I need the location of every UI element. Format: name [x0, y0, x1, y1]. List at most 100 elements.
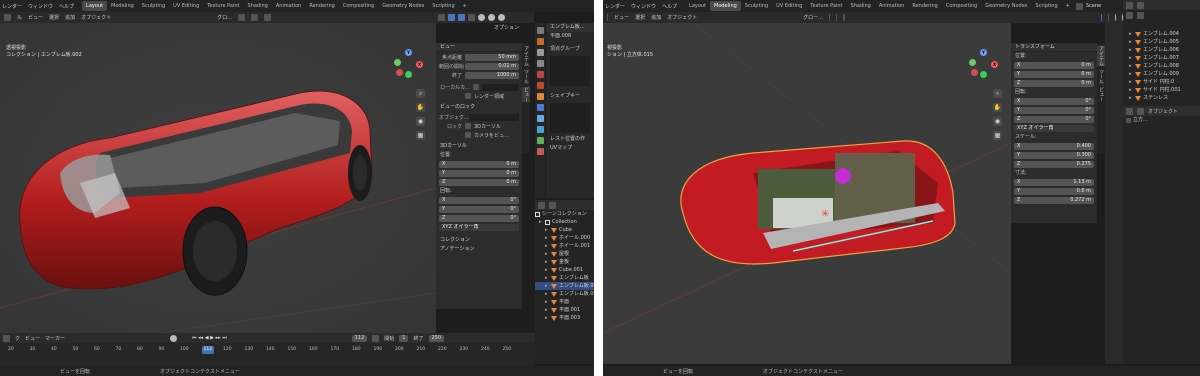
sidebar-tab-view[interactable]: ビュー — [1097, 87, 1105, 102]
menu-render[interactable]: レンダー — [605, 3, 625, 10]
sidebar-tab-tool[interactable]: ツール — [1097, 69, 1105, 84]
lock-3d-cursor-checkbox[interactable] — [465, 123, 471, 129]
shape-keys-list[interactable] — [550, 103, 590, 133]
vertex-groups-list[interactable] — [550, 56, 590, 86]
tab-scripting[interactable]: Scripting — [428, 1, 458, 11]
world-props-icon[interactable] — [536, 82, 544, 89]
particles-icon[interactable] — [536, 115, 544, 122]
playhead-frame[interactable]: 112 — [201, 346, 215, 354]
cursor-rot-y-field[interactable]: Y 0° — [439, 205, 519, 213]
tab-rendering[interactable]: Rendering — [305, 1, 339, 11]
outliner-object-row[interactable]: ▸ エンブレム板 — [535, 274, 594, 282]
outliner-object-row[interactable]: ▸ エンブレム.005 — [1123, 38, 1200, 46]
outliner-object-row[interactable]: ▸ エンブレム.004 — [1123, 30, 1200, 38]
snap-icon[interactable] — [836, 14, 838, 21]
add-workspace-button[interactable]: + — [1066, 3, 1070, 9]
outliner-display-icon[interactable] — [1137, 1, 1144, 9]
transform-orientation-dropdown[interactable]: グロ… — [217, 14, 232, 21]
cursor-y-field[interactable]: Y0 m — [439, 169, 519, 177]
location-y-field[interactable]: Y0 m — [1014, 70, 1094, 78]
pivot-icon[interactable] — [829, 14, 831, 21]
zoom-icon[interactable]: ⌕ — [416, 89, 425, 98]
view-panel-header[interactable]: ビュー — [436, 43, 522, 52]
annotation-panel-header[interactable]: アノテーション — [436, 245, 522, 254]
tab-compositing[interactable]: Compositing — [942, 1, 981, 11]
grid-icon[interactable]: ▦ — [416, 131, 425, 140]
outliner-editor-icon[interactable] — [538, 201, 545, 209]
sidebar-tab-item[interactable]: アイテム — [1097, 46, 1105, 66]
options-dropdown[interactable]: オプション — [494, 24, 519, 31]
zoom-icon[interactable]: ⌕ — [993, 89, 1002, 98]
mesh-data-icon[interactable] — [536, 137, 544, 144]
snap-icon[interactable] — [251, 14, 259, 21]
render-region-checkbox[interactable] — [465, 93, 471, 99]
tab-animation[interactable]: Animation — [875, 1, 909, 11]
3d-cursor-header[interactable]: 3Dカーソル — [436, 142, 522, 151]
rest-position-checkbox[interactable]: レスト位置の作 — [546, 135, 594, 144]
menu-help[interactable]: ヘルプ — [59, 3, 74, 10]
proportional-edit-icon[interactable] — [843, 14, 845, 21]
outliner-object-row[interactable]: ▸ ステンレス — [1123, 94, 1200, 102]
tab-texture-paint[interactable]: Texture Paint — [203, 1, 243, 11]
gizmo-toggle-icon[interactable] — [448, 14, 455, 21]
overlay-toggle-icon[interactable] — [458, 14, 465, 21]
menu-help[interactable]: ヘルプ — [662, 3, 677, 10]
tab-geometry-nodes[interactable]: Geometry Nodes — [378, 1, 428, 11]
pan-hand-icon[interactable]: ✋ — [993, 103, 1002, 112]
visibility-icon[interactable] — [438, 14, 445, 21]
outliner-object-row[interactable]: ▸ エンブレム.007 — [1123, 54, 1200, 62]
outliner-object-row[interactable]: ▸ サイド 円柱.001 — [1123, 86, 1200, 94]
clip-end-field[interactable]: 1000 m — [465, 71, 519, 79]
tab-layout[interactable]: Layout — [685, 1, 710, 11]
output-props-icon[interactable] — [536, 49, 544, 56]
overlay-toggle-icon[interactable] — [1100, 14, 1102, 21]
tool-props-icon[interactable] — [536, 27, 544, 34]
outliner-object-row[interactable]: ▸ エンブレム.008 — [1123, 62, 1200, 70]
outliner-editor-icon[interactable] — [1126, 1, 1133, 9]
object-props-icon[interactable] — [536, 93, 544, 100]
playback-controls[interactable]: ⏮ ◂◂ ◀ ▶ ▸▸ ⏭ — [192, 335, 227, 341]
cursor-x-field[interactable]: X0 m — [439, 160, 519, 168]
render-props-icon[interactable] — [536, 38, 544, 45]
outliner-object-row[interactable]: ▸ エンブレム板.0 — [535, 290, 594, 298]
outliner-object-row[interactable]: ▸ エンブレム.006 — [1123, 46, 1200, 54]
rotation-x-field[interactable]: X 0° — [1014, 97, 1094, 105]
viewport-menu-add[interactable]: 追加 — [651, 14, 661, 21]
navigation-gizmo[interactable]: Y X — [969, 49, 999, 79]
search-icon[interactable] — [1137, 11, 1144, 19]
cursor-z-field[interactable]: Z0 m — [439, 178, 519, 186]
location-z-field[interactable]: Z0 m — [1014, 79, 1094, 87]
outliner-object-row[interactable]: ▸ 平面.003 — [535, 314, 594, 322]
tab-uv-editing[interactable]: UV Editing — [772, 1, 806, 11]
tab-shading[interactable]: Shading — [244, 1, 272, 11]
mesh-row[interactable]: 立方… — [1123, 116, 1200, 124]
scale-z-field[interactable]: Z 0.275 — [1014, 160, 1094, 168]
proportional-edit-icon[interactable] — [264, 14, 272, 21]
outliner-object-row[interactable]: ▸ エンブレム板.0 — [535, 282, 594, 290]
tab-scripting[interactable]: Scripting — [1031, 1, 1061, 11]
start-frame-field[interactable]: 1 — [399, 334, 409, 342]
pivot-icon[interactable] — [238, 14, 246, 21]
sidebar-tab-item[interactable]: アイテム — [522, 46, 530, 66]
tab-geometry-nodes[interactable]: Geometry Nodes — [981, 1, 1031, 11]
viewport-menu-mode[interactable]: ル — [17, 14, 22, 21]
object-mode-icon[interactable] — [1137, 107, 1144, 115]
mesh-name-field[interactable]: エンブレム板… — [546, 23, 594, 32]
tab-sculpting[interactable]: Sculpting — [741, 1, 772, 11]
pan-hand-icon[interactable]: ✋ — [416, 103, 425, 112]
outliner-object-row[interactable]: ▸ 平面 — [535, 298, 594, 306]
rotation-y-field[interactable]: Y 0° — [1014, 106, 1094, 114]
timeline-editor-icon[interactable] — [3, 334, 10, 342]
outliner-object-row[interactable]: ▸ Cube — [535, 226, 594, 234]
scene-selector[interactable]: Scene — [1075, 2, 1101, 10]
outliner-filter-icon[interactable] — [549, 201, 556, 209]
timeline-menu-marker[interactable]: マーカー — [45, 335, 65, 342]
properties-editor-icon[interactable] — [1126, 107, 1133, 115]
outliner-object-row[interactable]: ▸ ホイール.000 — [535, 234, 594, 242]
dimensions-x-field[interactable]: X 1.13 m — [1014, 178, 1094, 186]
view-layer-icon[interactable] — [536, 60, 544, 67]
local-camera-field[interactable] — [482, 83, 519, 91]
shading-solid-icon[interactable] — [478, 14, 485, 21]
viewport-menu-select[interactable]: 選択 — [635, 14, 645, 21]
scene-collection-row[interactable]: シーンコレクション — [535, 210, 594, 218]
